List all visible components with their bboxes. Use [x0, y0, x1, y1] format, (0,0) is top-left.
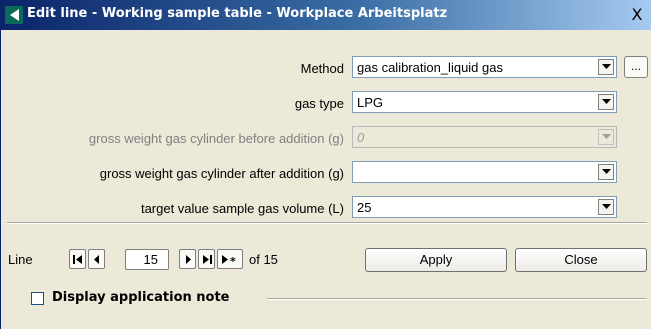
before-weight-field: 0: [352, 126, 617, 148]
line-label: Line: [8, 252, 33, 267]
target-volume-dropdown-button[interactable]: [598, 199, 614, 215]
application-note-checkbox[interactable]: [31, 292, 44, 305]
apply-button[interactable]: Apply: [365, 248, 507, 272]
window-title: Edit line - Working sample table - Workp…: [27, 6, 448, 21]
next-record-icon: [186, 255, 191, 264]
close-window-button[interactable]: X: [625, 5, 649, 25]
after-weight-dropdown-button[interactable]: [598, 164, 614, 180]
chevron-down-icon: [602, 64, 611, 69]
target-volume-value: 25: [357, 200, 372, 215]
svg-text:*: *: [230, 255, 236, 264]
first-record-icon: [73, 255, 82, 264]
chevron-down-icon: [602, 169, 611, 174]
method-dropdown-button[interactable]: [598, 59, 614, 75]
previous-record-icon: [94, 255, 99, 264]
target-volume-label: target value sample gas volume (L): [140, 201, 344, 216]
before-weight-dropdown-button: [598, 129, 614, 145]
chevron-down-icon: [602, 134, 611, 139]
chevron-down-icon: [602, 204, 611, 209]
gastype-dropdown-button[interactable]: [598, 94, 614, 110]
method-select[interactable]: gas calibration_liquid gas: [352, 56, 617, 78]
line-number-input[interactable]: 15: [125, 249, 169, 270]
before-weight-value: 0: [357, 130, 365, 145]
gastype-label: gas type: [294, 96, 344, 111]
method-label: Method: [300, 61, 344, 76]
group-separator: [267, 298, 647, 300]
chevron-down-icon: [602, 99, 611, 104]
new-record-icon: *: [222, 255, 236, 264]
last-record-icon: [203, 255, 212, 264]
gastype-select[interactable]: LPG: [352, 91, 617, 113]
new-record-button[interactable]: *: [217, 249, 243, 269]
target-volume-field[interactable]: 25: [352, 196, 617, 218]
title-bar[interactable]: Edit line - Working sample table - Workp…: [1, 0, 651, 30]
method-browse-button[interactable]: ...: [624, 56, 648, 78]
record-count-text: of 15: [249, 252, 278, 267]
method-value: gas calibration_liquid gas: [357, 60, 503, 75]
before-weight-label: gross weight gas cylinder before additio…: [88, 131, 344, 146]
edit-line-dialog: Edit line - Working sample table - Workp…: [0, 0, 651, 329]
first-record-button[interactable]: [69, 249, 86, 269]
app-logo-icon: [5, 6, 23, 24]
after-weight-label: gross weight gas cylinder after addition…: [99, 166, 344, 181]
next-record-button[interactable]: [179, 249, 196, 269]
separator: [7, 222, 647, 224]
last-record-button[interactable]: [198, 249, 215, 269]
gastype-value: LPG: [357, 95, 384, 110]
close-button[interactable]: Close: [515, 248, 647, 272]
previous-record-button[interactable]: [88, 249, 105, 269]
application-note-label[interactable]: Display application note: [52, 290, 230, 305]
after-weight-field[interactable]: [352, 161, 617, 183]
